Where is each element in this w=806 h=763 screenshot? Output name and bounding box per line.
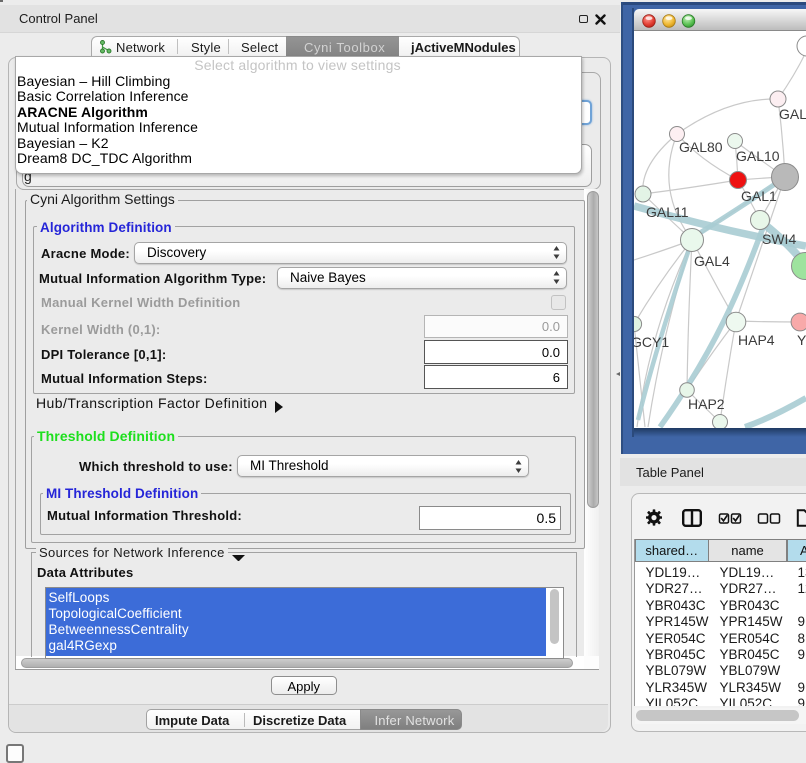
svg-text:HAP2: HAP2 — [688, 396, 725, 412]
svg-text:SWI4: SWI4 — [762, 231, 796, 247]
svg-text:GCY1: GCY1 — [634, 334, 669, 350]
svg-text:GAL1: GAL1 — [741, 188, 777, 204]
svg-text:HAP4: HAP4 — [738, 332, 775, 348]
svg-text:GAL11: GAL11 — [646, 204, 689, 220]
svg-text:GAL4: GAL4 — [694, 253, 730, 269]
svg-text:GAL7: GAL7 — [779, 106, 806, 122]
svg-text:Y: Y — [797, 332, 806, 348]
svg-text:GAL80: GAL80 — [679, 139, 723, 155]
svg-text:GAL10: GAL10 — [736, 148, 780, 164]
